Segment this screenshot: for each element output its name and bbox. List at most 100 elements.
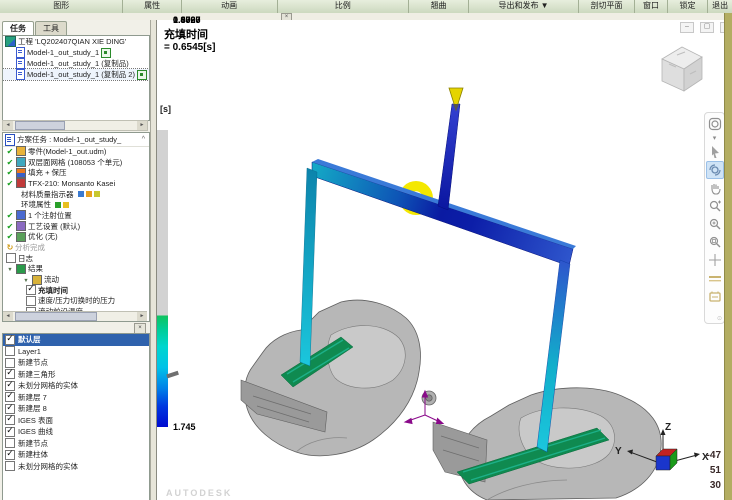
menu-item-properties[interactable]: 属性 xyxy=(123,0,181,13)
layer-row[interactable]: Layer1 xyxy=(3,346,149,358)
task-row[interactable]: 环境属性 xyxy=(3,199,149,210)
menu-item-scale[interactable]: 比例 xyxy=(278,0,409,13)
study-label: Model-1_out_study_1 (复制品 2) xyxy=(27,69,135,80)
scroll-right-icon[interactable]: ► xyxy=(137,121,147,130)
injection-cone-icon xyxy=(449,88,463,111)
task-label: 双层面网格 (108053 个单元) xyxy=(28,157,122,168)
menu-item-exit[interactable]: 退出 xyxy=(708,0,732,13)
menu-item-export-publish[interactable]: 导出和发布 ▼ xyxy=(469,0,579,13)
layer-row[interactable]: 新建节点 xyxy=(3,357,149,369)
layer-row[interactable]: 新建层 7 xyxy=(3,392,149,404)
injection-location-icon xyxy=(16,210,26,220)
layer-label: 默认层 xyxy=(18,334,41,345)
scroll-left-icon[interactable]: ◄ xyxy=(3,312,13,321)
part-icon xyxy=(16,146,26,156)
layer-row[interactable]: 新建节点 xyxy=(3,438,149,450)
zoom-window-tool-icon[interactable] xyxy=(706,233,724,251)
ruler-tool-icon[interactable] xyxy=(706,269,724,287)
layer-label: 新建层 7 xyxy=(18,392,47,403)
task-row[interactable]: 日志 xyxy=(3,253,149,264)
task-row[interactable]: 充填时间 xyxy=(3,285,149,296)
viewport-toolbar: ▾ xyxy=(704,112,725,324)
study-node[interactable]: Model-1_out_study_1 (复制品) xyxy=(3,58,149,69)
center-tool-icon[interactable] xyxy=(706,251,724,269)
task-row[interactable]: 速度/压力切换时的压力 xyxy=(3,296,149,307)
pressure-checkbox[interactable] xyxy=(26,296,36,306)
toolbar-handle-icon[interactable]: ⊙ xyxy=(717,316,723,322)
tool-dropdown-icon[interactable]: ▾ xyxy=(706,133,724,143)
examine-tool-icon[interactable] xyxy=(706,115,724,133)
select-tool-icon[interactable] xyxy=(706,143,724,161)
task-row[interactable]: 材料质量指示器 xyxy=(3,189,149,200)
project-root-node[interactable]: 工程 'LQ202407QIAN XIE DING' xyxy=(3,36,149,47)
model-viewport[interactable]: 充填时间 = 0.6545[s] [s] 1.745 1.309 0.8727 … xyxy=(156,20,725,500)
menu-item-section-plane[interactable]: 剖切平面 xyxy=(579,0,635,13)
tab-tools[interactable]: 工具 xyxy=(35,21,67,35)
expand-icon[interactable] xyxy=(5,264,15,273)
study-node[interactable]: Model-1_out_study_1 xyxy=(3,47,149,58)
zoom-in-tool-icon[interactable] xyxy=(706,215,724,233)
task-row[interactable]: 填充 + 保压 xyxy=(3,167,149,178)
menu-item-lock[interactable]: 锁定 xyxy=(668,0,709,13)
layer-checkbox[interactable] xyxy=(5,369,15,379)
project-tree-scrollbar[interactable]: ◄ ► xyxy=(2,120,148,131)
measure-tool-icon[interactable] xyxy=(706,287,724,305)
fill-time-checkbox[interactable] xyxy=(26,285,36,295)
menu-item-warp[interactable]: 翘曲 xyxy=(409,0,469,13)
pan-tool-icon[interactable] xyxy=(706,179,724,197)
layer-checkbox[interactable] xyxy=(5,392,15,402)
menu-item-animation[interactable]: 动画 xyxy=(182,0,278,13)
study-tasks-scrollbar[interactable]: ◄ ► xyxy=(3,311,147,321)
layer-row[interactable]: IGES 曲线 xyxy=(3,426,149,438)
task-row[interactable]: 工艺设置 (默认) xyxy=(3,221,149,232)
layer-checkbox[interactable] xyxy=(5,450,15,460)
layer-checkbox[interactable] xyxy=(5,415,15,425)
study-tasks-header[interactable]: 方案任务 : Model-1_out_study_ ^ xyxy=(3,133,149,147)
layer-row[interactable]: 默认层 xyxy=(3,334,149,346)
scrollbar-thumb[interactable] xyxy=(15,312,97,321)
zoom-dynamic-tool-icon[interactable] xyxy=(706,197,724,215)
layer-row[interactable]: 未划分网格的实体 xyxy=(3,380,149,392)
layer-checkbox[interactable] xyxy=(5,346,15,356)
layer-row[interactable]: 新建柱体 xyxy=(3,449,149,461)
rotation-z: 30 xyxy=(691,478,721,493)
task-check-icon xyxy=(5,232,15,241)
scroll-right-icon[interactable]: ► xyxy=(137,312,147,321)
layer-label: 新建节点 xyxy=(18,357,48,368)
layer-row[interactable]: 新建三角形 xyxy=(3,369,149,381)
layers-list: 默认层 Layer1 新建节点 新建三角形 未划分网格的实体 新建层 7 xyxy=(2,333,150,500)
view-rotation-values: -47 51 30 xyxy=(691,448,721,493)
task-label: 填充 + 保压 xyxy=(28,167,67,178)
task-row[interactable]: 双层面网格 (108053 个单元) xyxy=(3,157,149,168)
task-row[interactable]: TFX-210: Monsanto Kasei xyxy=(3,178,149,189)
layer-row[interactable]: 未划分网格的实体 xyxy=(3,461,149,473)
scrollbar-thumb[interactable] xyxy=(15,121,65,130)
menu-item-graphics[interactable]: 图形 xyxy=(0,0,123,13)
layer-label: 新建层 8 xyxy=(18,403,47,414)
task-label: 零件(Model-1_out.udm) xyxy=(28,146,106,157)
study-node-selected[interactable]: Model-1_out_study_1 (复制品 2) xyxy=(3,69,149,80)
task-row[interactable]: 流动 xyxy=(3,274,149,285)
task-check-icon xyxy=(5,168,15,177)
task-row[interactable]: 优化 (无) xyxy=(3,232,149,243)
layer-label: 新建柱体 xyxy=(18,449,48,460)
orbit-tool-icon[interactable] xyxy=(706,161,724,179)
task-row[interactable]: 结果 xyxy=(3,264,149,275)
layer-checkbox[interactable] xyxy=(5,335,15,345)
log-checkbox[interactable] xyxy=(6,253,16,263)
layer-row[interactable]: 新建层 8 xyxy=(3,403,149,415)
layer-label: IGES 表面 xyxy=(18,415,53,426)
model-canvas[interactable]: Z Y X xyxy=(157,20,725,500)
task-row[interactable]: 1 个注射位置 xyxy=(3,210,149,221)
layer-checkbox[interactable] xyxy=(5,427,15,437)
menu-item-window[interactable]: 窗口 xyxy=(635,0,668,13)
task-row[interactable]: 零件(Model-1_out.udm) xyxy=(3,146,149,157)
scroll-left-icon[interactable]: ◄ xyxy=(3,121,13,130)
layer-checkbox[interactable] xyxy=(5,461,15,471)
layer-checkbox[interactable] xyxy=(5,438,15,448)
task-row[interactable]: 分析完成 xyxy=(3,242,149,253)
task-check-icon xyxy=(5,179,15,188)
collapse-chevron-icon[interactable]: ^ xyxy=(142,136,147,143)
layer-row[interactable]: IGES 表面 xyxy=(3,415,149,427)
tab-tasks[interactable]: 任务 xyxy=(2,21,34,35)
